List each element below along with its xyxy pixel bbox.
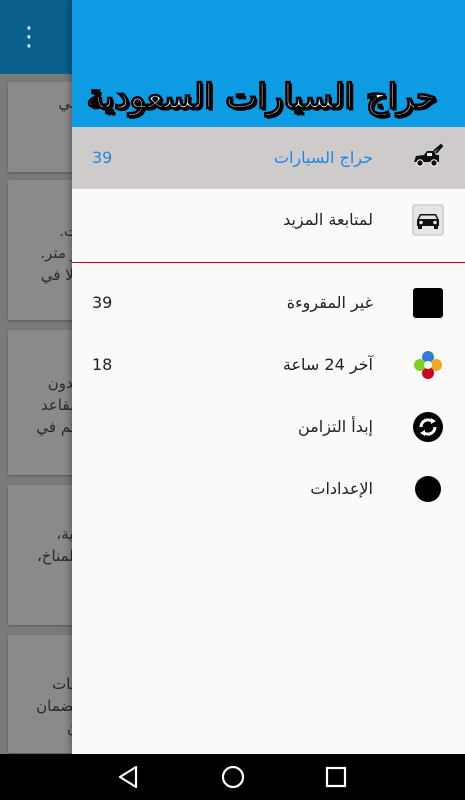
card-text: بية، المناخ، ، xyxy=(36,525,78,587)
black-square-icon xyxy=(413,288,443,318)
drawer-item-start-sync[interactable]: إبدأ التزامن xyxy=(72,396,465,458)
item-label: غير المقروءة xyxy=(286,293,373,312)
section-divider xyxy=(72,262,465,263)
overflow-menu-icon[interactable]: ⋮ xyxy=(14,20,44,54)
home-circle-icon[interactable] xyxy=(218,762,248,792)
drawer-item-settings[interactable]: الإعدادات xyxy=(72,458,465,520)
card-text: ت. ر متر. إلا في xyxy=(40,222,78,284)
system-navigation-bar xyxy=(0,754,465,800)
item-label: لمتابعة المزيد xyxy=(283,210,373,229)
tow-truck-icon xyxy=(414,143,444,167)
drawer-item-follow-more[interactable]: لمتابعة المزيد xyxy=(72,189,465,251)
recents-square-icon[interactable] xyxy=(321,762,351,792)
card-text: في xyxy=(58,94,78,112)
drawer-item-car-auction[interactable]: 39 حراج السيارات xyxy=(72,127,465,189)
item-label: إبدأ التزامن xyxy=(298,417,373,436)
car-icon xyxy=(412,204,444,236)
sync-icon xyxy=(413,412,443,442)
item-label: الإعدادات xyxy=(310,479,373,498)
drawer-item-unread[interactable]: 39 غير المقروءة xyxy=(72,272,465,334)
black-circle-icon xyxy=(415,476,441,502)
item-count: 39 xyxy=(92,148,113,167)
colorful-flower-icon xyxy=(414,351,442,379)
app-title: حراج السيارات السعودية xyxy=(86,76,438,118)
item-label: حراج السيارات xyxy=(273,148,373,167)
drawer-item-last-24-hours[interactable]: 18 آخر 24 ساعة xyxy=(72,334,465,396)
item-count: 18 xyxy=(92,355,113,374)
item-label: آخر 24 ساعة xyxy=(282,355,373,374)
item-count: 39 xyxy=(92,293,113,312)
card-text: فات لضمان ن xyxy=(36,675,78,737)
navigation-drawer: حراج السيارات السعودية 39 حراج السيارات … xyxy=(72,0,465,754)
card-text: بدون مقاعد كم في xyxy=(36,374,78,436)
back-triangle-icon[interactable] xyxy=(114,762,144,792)
drawer-header: حراج السيارات السعودية xyxy=(72,0,465,127)
